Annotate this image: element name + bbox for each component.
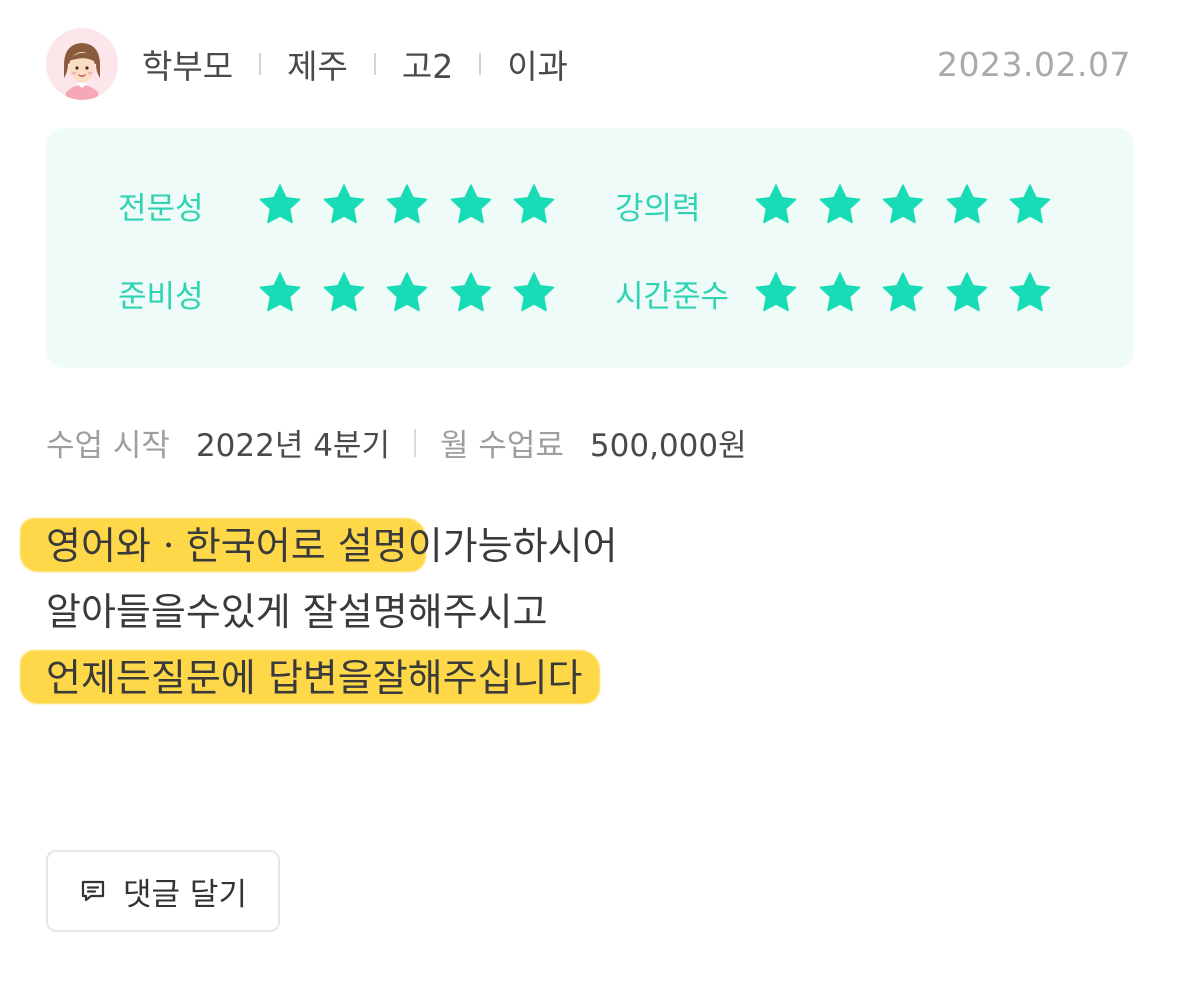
star-icon xyxy=(817,270,863,316)
author-region: 제주 xyxy=(287,47,348,86)
review-text-segment: 이가능하시어 xyxy=(407,524,618,568)
add-comment-label: 댓글 달기 xyxy=(123,876,247,913)
divider xyxy=(259,53,262,75)
author-meta: 학부모 제주 고2 이과 xyxy=(142,40,568,88)
review-card: 학부모 제주 고2 이과 2023.02.07 전문성 강의력 준비성 시간준수… xyxy=(0,0,1179,997)
rating-lecture: 강의력 xyxy=(615,180,701,230)
star-icon xyxy=(511,270,557,316)
rating-punctuality: 시간준수 xyxy=(615,268,729,318)
review-header: 학부모 제주 고2 이과 2023.02.07 xyxy=(46,28,1131,100)
rating-label: 강의력 xyxy=(615,190,701,227)
monthly-fee-label: 월 수업료 xyxy=(439,428,564,464)
star-icon xyxy=(384,270,430,316)
star-icon xyxy=(448,270,494,316)
review-line: 영어와ㆍ한국어로 설명이가능하시어 xyxy=(46,516,617,582)
star-icon xyxy=(880,182,926,228)
star-icon xyxy=(384,182,430,228)
author-type: 학부모 xyxy=(142,47,234,86)
review-text: 영어와ㆍ한국어로 설명이가능하시어 알아들을수있게 잘설명해주시고 언제든질문에… xyxy=(46,516,617,714)
class-start-label: 수업 시작 xyxy=(46,428,170,464)
star-icon xyxy=(1007,270,1053,316)
star-icon xyxy=(753,182,799,228)
parent-avatar xyxy=(46,28,118,100)
star-icon xyxy=(944,182,990,228)
ratings-panel: 전문성 강의력 준비성 시간준수 xyxy=(46,128,1134,368)
rating-label: 전문성 xyxy=(118,190,204,227)
stars-punctuality xyxy=(753,270,1071,316)
add-comment-button[interactable]: 댓글 달기 xyxy=(46,850,280,932)
star-icon xyxy=(1007,182,1053,228)
comment-icon xyxy=(79,877,107,905)
highlighted-text: 언제든질문에 답변을잘해주십니다 xyxy=(46,648,582,708)
star-icon xyxy=(511,182,557,228)
rating-preparation: 준비성 xyxy=(118,268,204,318)
class-info: 수업 시작 2022년 4분기 월 수업료 500,000원 xyxy=(46,420,747,465)
star-icon xyxy=(448,182,494,228)
monthly-fee-value: 500,000원 xyxy=(589,428,747,464)
star-icon xyxy=(321,182,367,228)
star-icon xyxy=(753,270,799,316)
divider xyxy=(373,53,376,75)
review-line: 언제든질문에 답변을잘해주십니다 xyxy=(46,648,617,714)
divider xyxy=(413,428,416,457)
star-icon xyxy=(880,270,926,316)
review-date: 2023.02.07 xyxy=(937,44,1131,84)
student-track: 이과 xyxy=(507,47,568,86)
rating-label: 준비성 xyxy=(118,278,204,315)
student-grade: 고2 xyxy=(401,47,454,86)
rating-label: 시간준수 xyxy=(615,278,730,315)
star-icon xyxy=(257,270,303,316)
star-icon xyxy=(257,182,303,228)
star-icon xyxy=(817,182,863,228)
review-line: 알아들을수있게 잘설명해주시고 xyxy=(46,590,548,634)
stars-preparation xyxy=(257,270,575,316)
highlighted-text: 영어와ㆍ한국어로 설명 xyxy=(46,516,408,576)
star-icon xyxy=(944,270,990,316)
star-icon xyxy=(321,270,367,316)
stars-lecture xyxy=(753,182,1071,228)
rating-expertise: 전문성 xyxy=(118,180,204,230)
class-start-value: 2022년 4분기 xyxy=(195,428,390,464)
divider xyxy=(479,53,482,75)
stars-expertise xyxy=(257,182,575,228)
